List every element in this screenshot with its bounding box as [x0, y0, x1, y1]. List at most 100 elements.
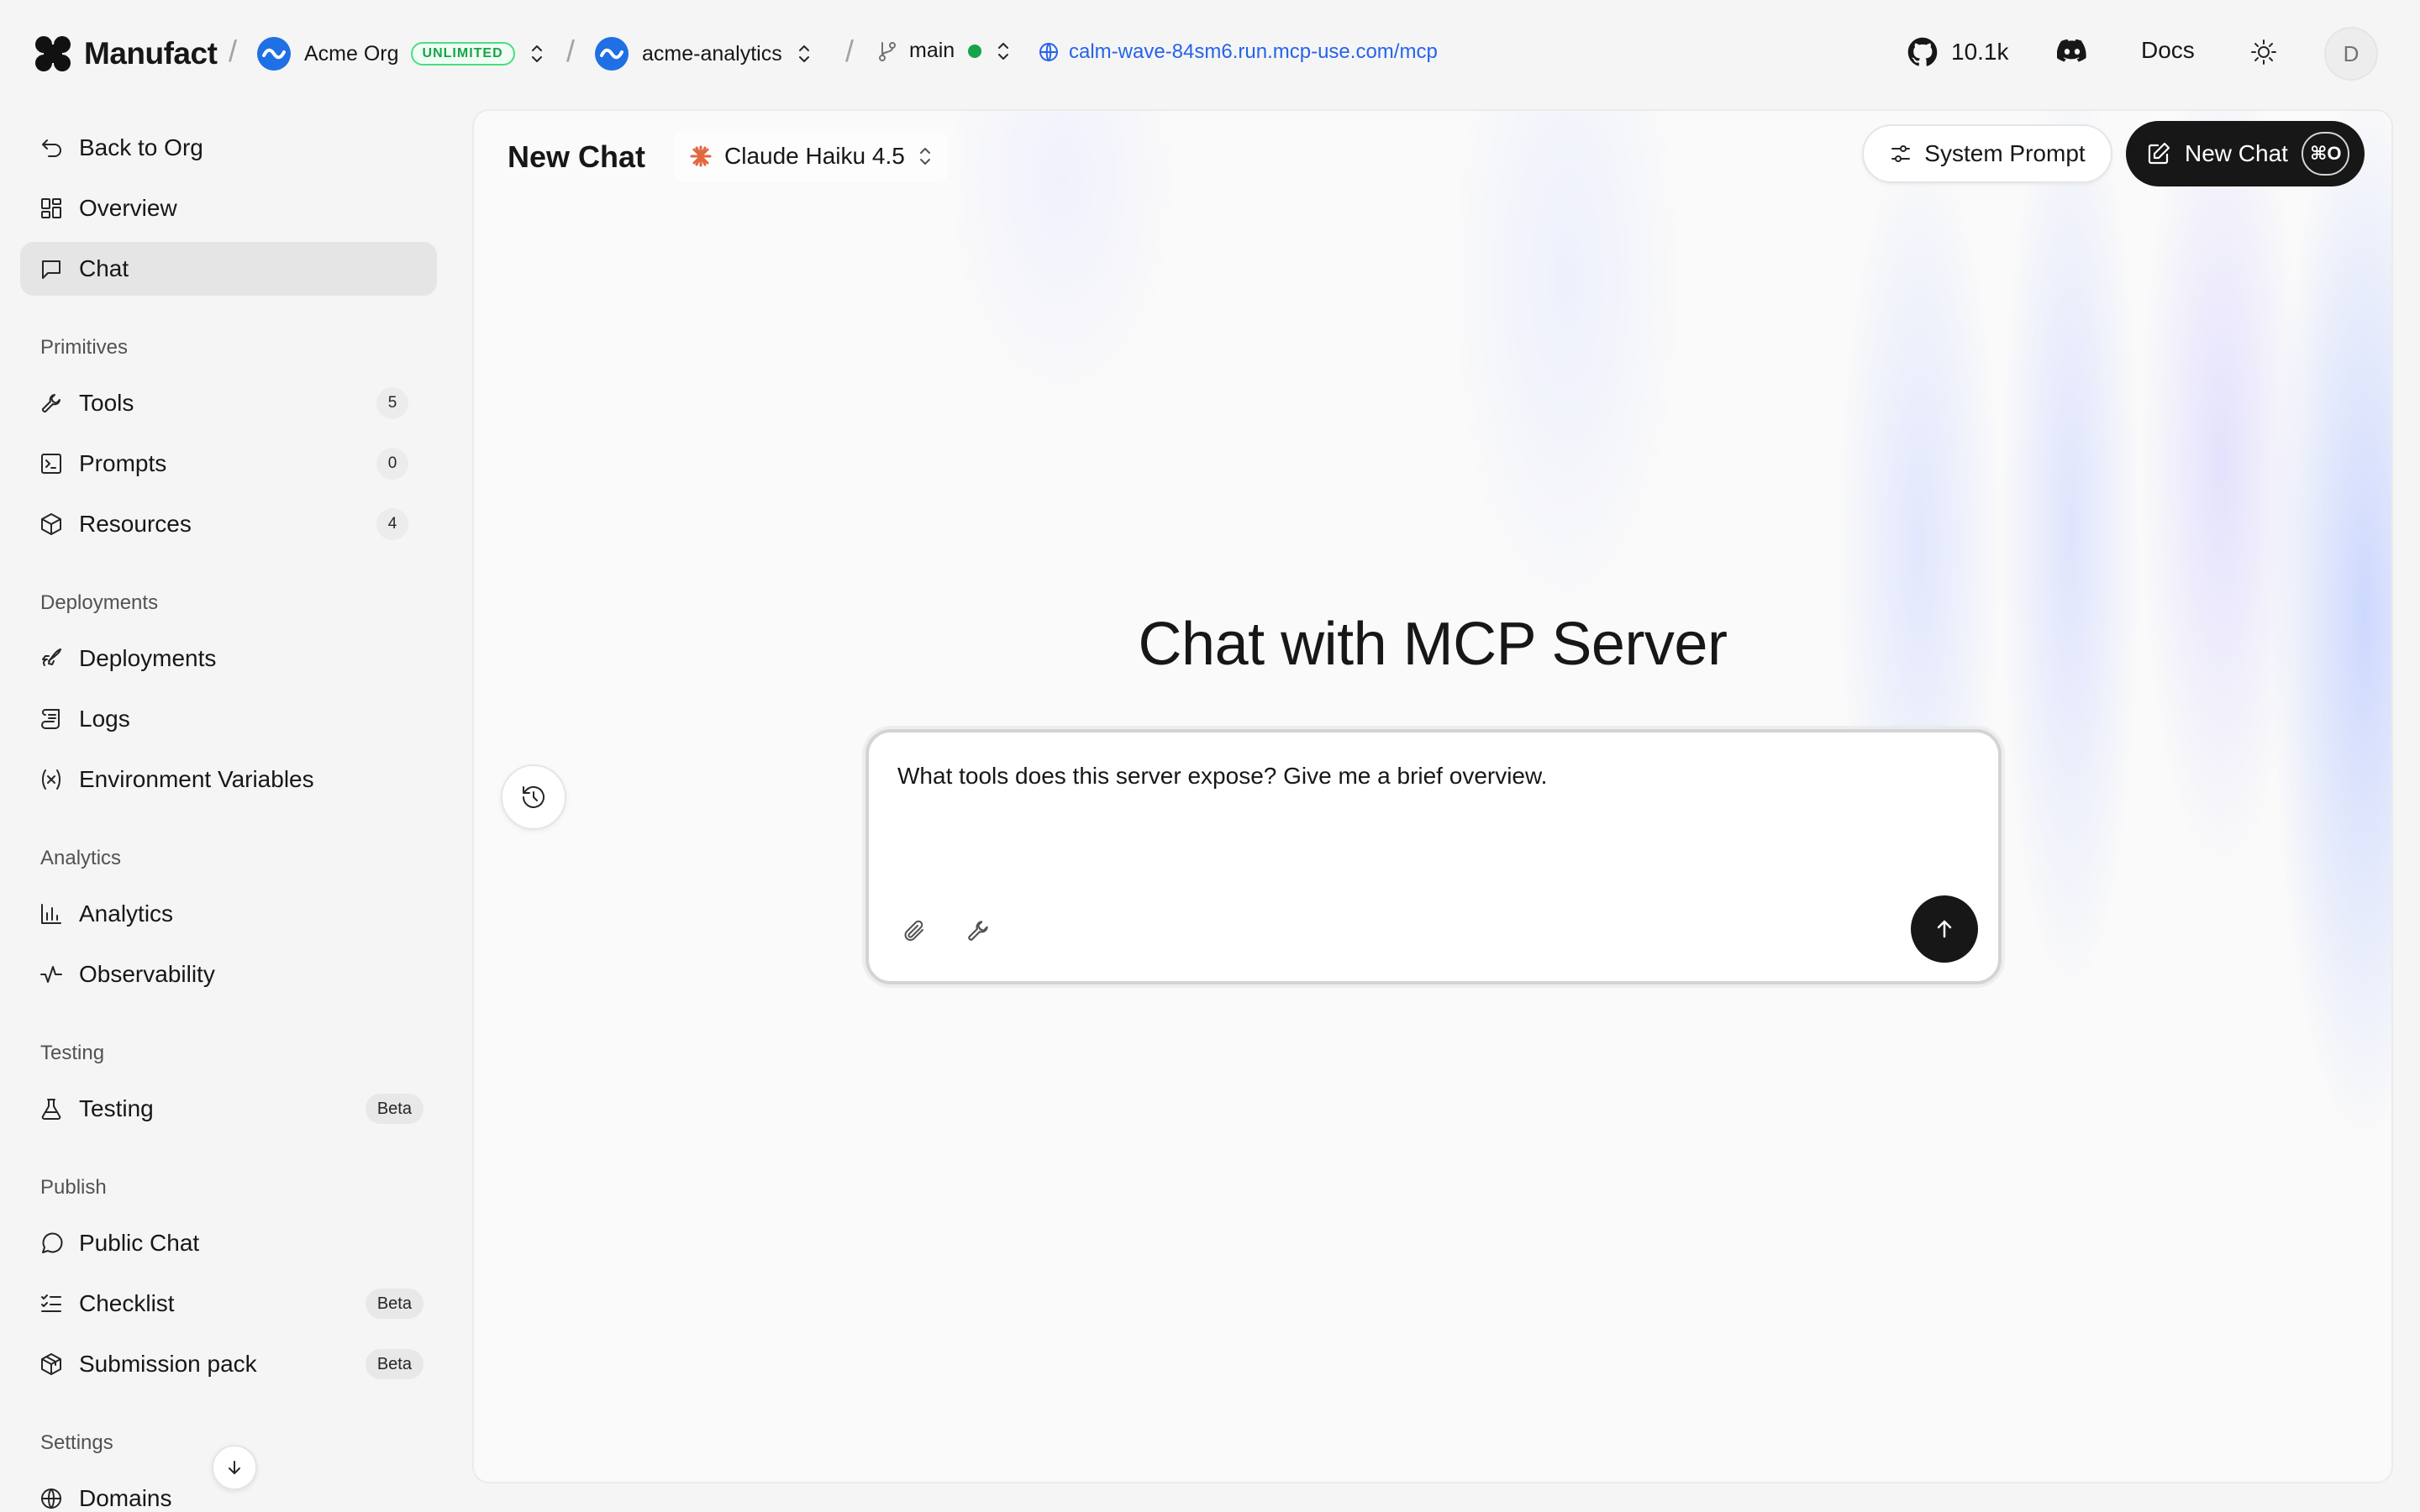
message-input[interactable]: What tools does this server expose? Give… — [897, 763, 1547, 790]
branch-name: main — [909, 39, 955, 62]
count-badge: 5 — [376, 387, 408, 419]
sidebar: Back to Org Overview Chat Primitives Too… — [0, 108, 471, 1512]
chat-history-button[interactable] — [501, 764, 566, 830]
arrow-down-icon — [229, 1461, 240, 1474]
sidebar-item-label: Deployments — [79, 645, 217, 671]
beta-badge: Beta — [365, 1289, 424, 1319]
sidebar-item-environment-variables[interactable]: Environment Variables — [20, 753, 437, 806]
sidebar-item-label: Overview — [79, 195, 177, 221]
model-selector[interactable]: Claude Haiku 4.5 — [674, 131, 949, 181]
discord-link[interactable] — [2057, 39, 2087, 64]
count-badge: 0 — [376, 448, 408, 480]
project-logo-icon — [595, 37, 629, 71]
docs-link[interactable]: Docs — [2141, 37, 2195, 64]
sidebar-item-prompts[interactable]: Prompts 0 — [20, 437, 437, 491]
sidebar-item-label: Testing — [79, 1095, 154, 1121]
github-link[interactable]: 10.1k — [1907, 37, 2009, 67]
globe-icon — [1039, 43, 1058, 61]
sidebar-item-label: Back to Org — [79, 134, 203, 160]
chevrons-up-down-icon — [919, 148, 930, 165]
sliders-icon — [1891, 145, 1911, 162]
keyboard-shortcut: ⌘O — [2301, 132, 2350, 176]
server-url-link[interactable]: calm-wave-84sm6.run.mcp-use.com/mcp — [1039, 40, 1438, 64]
variable-icon — [42, 769, 60, 790]
model-name: Claude Haiku 4.5 — [724, 143, 905, 169]
sidebar-item-analytics[interactable]: Analytics — [20, 887, 437, 941]
project-name: acme-analytics — [642, 41, 782, 66]
beta-badge: Beta — [365, 1094, 424, 1124]
sidebar-item-chat[interactable]: Chat — [20, 242, 437, 296]
sidebar-item-public-chat[interactable]: Public Chat — [20, 1216, 437, 1270]
attach-button[interactable] — [901, 917, 928, 944]
send-button[interactable] — [1911, 895, 1978, 963]
branch-status-dot — [968, 44, 982, 58]
user-avatar-button[interactable]: D — [2324, 27, 2378, 81]
sidebar-item-logs[interactable]: Logs — [20, 692, 437, 746]
sidebar-item-label: Checklist — [79, 1290, 175, 1316]
top-bar: Manufact / Acme Org UNLIMITED / acme-ana… — [0, 0, 2420, 108]
section-title-analytics: Analytics — [40, 847, 122, 869]
section-title-publish: Publish — [40, 1176, 107, 1199]
server-url: calm-wave-84sm6.run.mcp-use.com/mcp — [1069, 40, 1438, 63]
back-icon — [42, 139, 61, 157]
flask-icon — [41, 1099, 61, 1120]
sidebar-item-testing[interactable]: Testing Beta — [20, 1082, 437, 1136]
tools-button[interactable] — [965, 917, 992, 944]
new-chat-button[interactable]: New Chat ⌘O — [2126, 121, 2365, 186]
edit-icon — [2148, 142, 2170, 165]
beta-badge: Beta — [365, 1349, 424, 1379]
paperclip-icon — [904, 920, 923, 941]
sidebar-item-label: Resources — [79, 511, 192, 537]
manufact-logo-icon — [34, 34, 72, 73]
wrench-icon — [968, 921, 988, 941]
sidebar-item-deployments[interactable]: Deployments — [20, 632, 437, 685]
sidebar-item-observability[interactable]: Observability — [20, 948, 437, 1001]
sidebar-item-submission-pack[interactable]: Submission pack Beta — [20, 1337, 437, 1391]
arrow-up-icon — [1937, 920, 1952, 938]
project-switcher[interactable]: acme-analytics — [595, 37, 813, 71]
section-title-testing: Testing — [40, 1042, 105, 1064]
org-switcher[interactable]: Acme Org UNLIMITED — [257, 37, 545, 71]
breadcrumb-separator: / — [845, 34, 855, 68]
history-icon — [523, 785, 544, 808]
breadcrumb-separator: / — [229, 34, 238, 68]
github-icon — [1907, 37, 1938, 66]
sidebar-item-label: Observability — [79, 961, 215, 987]
box-icon — [41, 513, 61, 535]
scroll-icon — [41, 709, 60, 729]
sidebar-item-checklist[interactable]: Checklist Beta — [20, 1277, 437, 1331]
system-prompt-button[interactable]: System Prompt — [1862, 124, 2112, 183]
sidebar-item-tools[interactable]: Tools 5 — [20, 376, 437, 430]
branch-switcher[interactable]: main — [877, 39, 1012, 63]
avatar: D — [2324, 27, 2378, 81]
system-prompt-label: System Prompt — [1924, 140, 2086, 166]
sidebar-item-label: Tools — [79, 390, 134, 416]
bar-chart-icon — [41, 904, 61, 924]
scroll-down-button[interactable] — [212, 1445, 257, 1490]
breadcrumb-separator: / — [566, 34, 576, 68]
page-title: New Chat — [508, 139, 646, 174]
sidebar-item-label: Environment Variables — [79, 766, 314, 792]
theme-toggle[interactable] — [2250, 39, 2277, 66]
sidebar-item-label: Submission pack — [79, 1351, 257, 1377]
chevrons-up-down-icon — [531, 45, 542, 62]
wrench-icon — [41, 394, 60, 413]
docs-label: Docs — [2141, 37, 2195, 63]
sidebar-item-overview[interactable]: Overview — [20, 181, 437, 235]
sidebar-item-back-to-org[interactable]: Back to Org — [20, 121, 437, 175]
rocket-icon — [42, 648, 61, 666]
section-title-settings: Settings — [40, 1431, 113, 1454]
brand[interactable]: Manufact — [34, 30, 218, 77]
discord-icon — [2057, 39, 2086, 62]
org-logo-icon — [257, 37, 291, 71]
section-title-deployments: Deployments — [40, 591, 159, 614]
claude-logo-icon — [690, 145, 712, 167]
sidebar-item-label: Domains — [79, 1485, 172, 1511]
globe-icon — [41, 1488, 61, 1509]
sidebar-item-resources[interactable]: Resources 4 — [20, 497, 437, 551]
github-stars: 10.1k — [1951, 39, 2009, 65]
message-composer[interactable]: What tools does this server expose? Give… — [865, 729, 2002, 984]
list-checks-icon — [41, 1294, 61, 1312]
chat-icon — [42, 260, 60, 279]
chevrons-up-down-icon — [998, 42, 1009, 60]
